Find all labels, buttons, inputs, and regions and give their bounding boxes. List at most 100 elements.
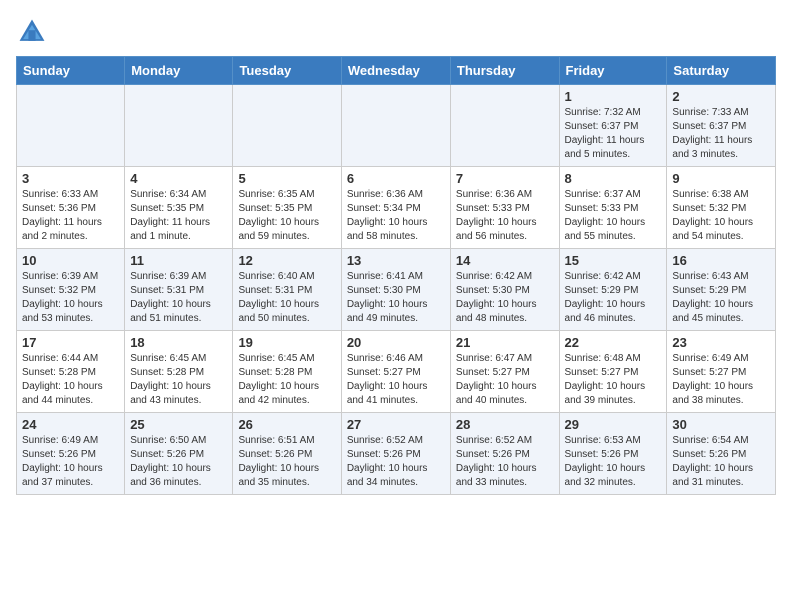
day-info: Sunrise: 6:49 AM Sunset: 5:27 PM Dayligh…	[672, 352, 770, 408]
day-number: 19	[238, 335, 335, 350]
calendar-day-cell: 2 Sunrise: 7:33 AM Sunset: 6:37 PM Daylig…	[667, 85, 776, 167]
day-info: Sunrise: 6:33 AM Sunset: 5:36 PM Dayligh…	[22, 188, 119, 244]
day-info: Sunrise: 6:39 AM Sunset: 5:32 PM Dayligh…	[22, 270, 119, 326]
day-number: 12	[238, 253, 335, 268]
day-number: 17	[22, 335, 119, 350]
calendar-day-cell: 26 Sunrise: 6:51 AM Sunset: 5:26 PM Dayli…	[233, 413, 341, 495]
calendar-day-cell: 9 Sunrise: 6:38 AM Sunset: 5:32 PM Daylig…	[667, 167, 776, 249]
calendar-week-row: 10 Sunrise: 6:39 AM Sunset: 5:32 PM Dayli…	[17, 249, 776, 331]
day-number: 9	[672, 171, 770, 186]
calendar-week-row: 3 Sunrise: 6:33 AM Sunset: 5:36 PM Daylig…	[17, 167, 776, 249]
day-info: Sunrise: 6:41 AM Sunset: 5:30 PM Dayligh…	[347, 270, 445, 326]
calendar-day-cell: 12 Sunrise: 6:40 AM Sunset: 5:31 PM Dayli…	[233, 249, 341, 331]
day-info: Sunrise: 6:54 AM Sunset: 5:26 PM Dayligh…	[672, 434, 770, 490]
day-of-week-header: Friday	[559, 57, 667, 85]
day-info: Sunrise: 6:40 AM Sunset: 5:31 PM Dayligh…	[238, 270, 335, 326]
calendar-day-cell: 15 Sunrise: 6:42 AM Sunset: 5:29 PM Dayli…	[559, 249, 667, 331]
day-number: 29	[565, 417, 662, 432]
day-info: Sunrise: 6:51 AM Sunset: 5:26 PM Dayligh…	[238, 434, 335, 490]
day-info: Sunrise: 6:46 AM Sunset: 5:27 PM Dayligh…	[347, 352, 445, 408]
day-info: Sunrise: 6:43 AM Sunset: 5:29 PM Dayligh…	[672, 270, 770, 326]
day-of-week-header: Tuesday	[233, 57, 341, 85]
day-info: Sunrise: 6:48 AM Sunset: 5:27 PM Dayligh…	[565, 352, 662, 408]
day-info: Sunrise: 6:52 AM Sunset: 5:26 PM Dayligh…	[456, 434, 554, 490]
calendar-day-cell: 30Sunrise: 6:54 AM Sunset: 5:26 PM Dayli…	[667, 413, 776, 495]
calendar-day-cell: 19 Sunrise: 6:45 AM Sunset: 5:28 PM Dayli…	[233, 331, 341, 413]
calendar-day-cell	[125, 85, 233, 167]
day-info: Sunrise: 6:42 AM Sunset: 5:29 PM Dayligh…	[565, 270, 662, 326]
calendar-day-cell: 28 Sunrise: 6:52 AM Sunset: 5:26 PM Dayli…	[450, 413, 559, 495]
day-of-week-header: Saturday	[667, 57, 776, 85]
day-info: Sunrise: 6:52 AM Sunset: 5:26 PM Dayligh…	[347, 434, 445, 490]
calendar-table: SundayMondayTuesdayWednesdayThursdayFrid…	[16, 56, 776, 495]
day-info: Sunrise: 6:50 AM Sunset: 5:26 PM Dayligh…	[130, 434, 227, 490]
day-info: Sunrise: 6:36 AM Sunset: 5:33 PM Dayligh…	[456, 188, 554, 244]
calendar-day-cell: 24Sunrise: 6:49 AM Sunset: 5:26 PM Dayli…	[17, 413, 125, 495]
day-info: Sunrise: 7:32 AM Sunset: 6:37 PM Dayligh…	[565, 106, 662, 162]
calendar-week-row: 1Sunrise: 7:32 AM Sunset: 6:37 PM Daylig…	[17, 85, 776, 167]
day-info: Sunrise: 7:33 AM Sunset: 6:37 PM Dayligh…	[672, 106, 770, 162]
day-info: Sunrise: 6:38 AM Sunset: 5:32 PM Dayligh…	[672, 188, 770, 244]
calendar-header-row: SundayMondayTuesdayWednesdayThursdayFrid…	[17, 57, 776, 85]
day-number: 16	[672, 253, 770, 268]
calendar-day-cell: 3 Sunrise: 6:33 AM Sunset: 5:36 PM Daylig…	[17, 167, 125, 249]
calendar-day-cell: 13 Sunrise: 6:41 AM Sunset: 5:30 PM Dayli…	[341, 249, 450, 331]
calendar-day-cell: 11 Sunrise: 6:39 AM Sunset: 5:31 PM Dayli…	[125, 249, 233, 331]
day-number: 22	[565, 335, 662, 350]
day-number: 6	[347, 171, 445, 186]
day-number: 11	[130, 253, 227, 268]
day-number: 4	[130, 171, 227, 186]
calendar-day-cell: 8 Sunrise: 6:37 AM Sunset: 5:33 PM Daylig…	[559, 167, 667, 249]
calendar-day-cell: 5 Sunrise: 6:35 AM Sunset: 5:35 PM Daylig…	[233, 167, 341, 249]
calendar-day-cell	[450, 85, 559, 167]
calendar-week-row: 24Sunrise: 6:49 AM Sunset: 5:26 PM Dayli…	[17, 413, 776, 495]
day-info: Sunrise: 6:45 AM Sunset: 5:28 PM Dayligh…	[130, 352, 227, 408]
calendar-day-cell: 20 Sunrise: 6:46 AM Sunset: 5:27 PM Dayli…	[341, 331, 450, 413]
calendar-day-cell: 27 Sunrise: 6:52 AM Sunset: 5:26 PM Dayli…	[341, 413, 450, 495]
calendar-day-cell	[341, 85, 450, 167]
day-of-week-header: Wednesday	[341, 57, 450, 85]
day-number: 15	[565, 253, 662, 268]
day-info: Sunrise: 6:35 AM Sunset: 5:35 PM Dayligh…	[238, 188, 335, 244]
day-number: 2	[672, 89, 770, 104]
logo	[16, 16, 52, 48]
day-info: Sunrise: 6:37 AM Sunset: 5:33 PM Dayligh…	[565, 188, 662, 244]
day-number: 18	[130, 335, 227, 350]
calendar-day-cell: 16 Sunrise: 6:43 AM Sunset: 5:29 PM Dayli…	[667, 249, 776, 331]
day-number: 14	[456, 253, 554, 268]
calendar-day-cell: 29Sunrise: 6:53 AM Sunset: 5:26 PM Dayli…	[559, 413, 667, 495]
day-number: 25	[130, 417, 227, 432]
day-number: 13	[347, 253, 445, 268]
day-info: Sunrise: 6:44 AM Sunset: 5:28 PM Dayligh…	[22, 352, 119, 408]
page-header	[16, 16, 776, 48]
day-info: Sunrise: 6:49 AM Sunset: 5:26 PM Dayligh…	[22, 434, 119, 490]
day-number: 5	[238, 171, 335, 186]
calendar-day-cell: 17 Sunrise: 6:44 AM Sunset: 5:28 PM Dayli…	[17, 331, 125, 413]
calendar-week-row: 17 Sunrise: 6:44 AM Sunset: 5:28 PM Dayli…	[17, 331, 776, 413]
day-number: 23	[672, 335, 770, 350]
day-number: 8	[565, 171, 662, 186]
calendar-day-cell	[17, 85, 125, 167]
calendar-day-cell: 6 Sunrise: 6:36 AM Sunset: 5:34 PM Daylig…	[341, 167, 450, 249]
day-info: Sunrise: 6:39 AM Sunset: 5:31 PM Dayligh…	[130, 270, 227, 326]
day-info: Sunrise: 6:45 AM Sunset: 5:28 PM Dayligh…	[238, 352, 335, 408]
calendar-day-cell: 25 Sunrise: 6:50 AM Sunset: 5:26 PM Dayli…	[125, 413, 233, 495]
day-info: Sunrise: 6:36 AM Sunset: 5:34 PM Dayligh…	[347, 188, 445, 244]
day-number: 10	[22, 253, 119, 268]
logo-icon	[16, 16, 48, 48]
calendar-day-cell: 4Sunrise: 6:34 AM Sunset: 5:35 PM Daylig…	[125, 167, 233, 249]
day-number: 3	[22, 171, 119, 186]
day-info: Sunrise: 6:42 AM Sunset: 5:30 PM Dayligh…	[456, 270, 554, 326]
calendar-day-cell: 21Sunrise: 6:47 AM Sunset: 5:27 PM Dayli…	[450, 331, 559, 413]
calendar-day-cell: 23 Sunrise: 6:49 AM Sunset: 5:27 PM Dayli…	[667, 331, 776, 413]
calendar-day-cell: 18 Sunrise: 6:45 AM Sunset: 5:28 PM Dayli…	[125, 331, 233, 413]
day-of-week-header: Sunday	[17, 57, 125, 85]
day-number: 28	[456, 417, 554, 432]
calendar-day-cell: 10 Sunrise: 6:39 AM Sunset: 5:32 PM Dayli…	[17, 249, 125, 331]
day-number: 27	[347, 417, 445, 432]
calendar-day-cell: 7Sunrise: 6:36 AM Sunset: 5:33 PM Daylig…	[450, 167, 559, 249]
day-number: 26	[238, 417, 335, 432]
calendar-day-cell: 14 Sunrise: 6:42 AM Sunset: 5:30 PM Dayli…	[450, 249, 559, 331]
day-number: 20	[347, 335, 445, 350]
day-number: 21	[456, 335, 554, 350]
